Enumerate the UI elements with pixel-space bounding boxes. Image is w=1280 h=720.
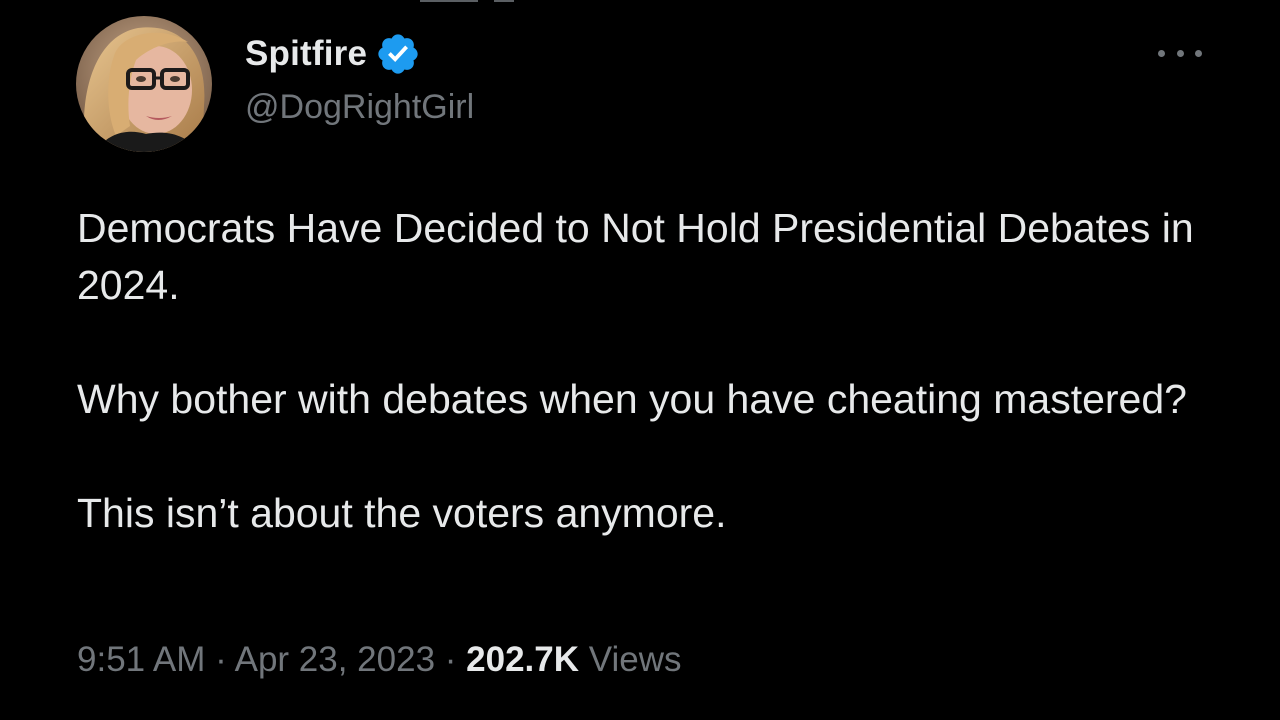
tweet-text: Democrats Have Decided to Not Hold Presi… [77,200,1217,542]
more-options-icon[interactable] [1158,38,1202,68]
profile-photo [76,16,212,152]
author-handle[interactable]: @DogRightGirl [245,88,474,127]
more-dot [1176,49,1184,57]
tweet-paragraph: This isn’t about the voters anymore. [77,490,727,536]
tweet-meta: 9:51 AM · Apr 23, 2023 · 202.7K Views [77,640,682,680]
tweet-time[interactable]: 9:51 AM [77,640,205,679]
meta-separator: · [205,640,235,679]
meta-separator: · [435,640,467,679]
more-dot [1195,49,1202,57]
author-name-row: Spitfire [245,30,421,78]
verified-badge-icon[interactable] [375,31,421,77]
tweet-paragraph: Why bother with debates when you have ch… [77,376,1187,422]
views-label[interactable]: Views [589,640,682,679]
avatar[interactable] [76,16,212,152]
tweet-paragraph: Democrats Have Decided to Not Hold Presi… [77,205,1194,308]
author-display-name[interactable]: Spitfire [245,34,367,74]
views-count[interactable]: 202.7K [466,640,579,679]
more-dot [1158,49,1165,57]
tweet-date[interactable]: Apr 23, 2023 [235,640,435,679]
top-edge-fragment [420,0,520,3]
